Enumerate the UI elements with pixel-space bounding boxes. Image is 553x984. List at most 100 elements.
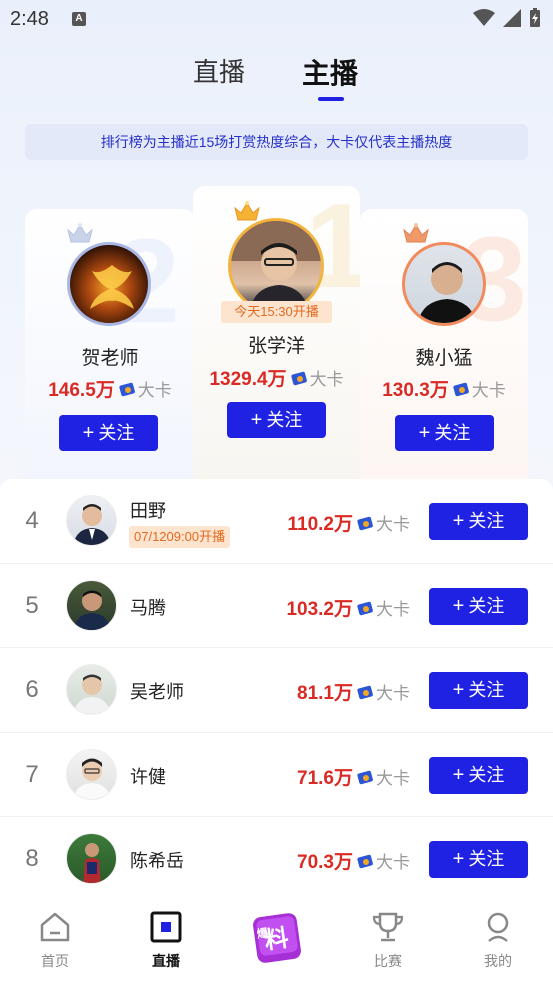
live-time-badge: 07/1209:00开播 [129, 526, 231, 548]
tab-host[interactable]: 主播 [302, 52, 358, 92]
home-icon [40, 912, 70, 942]
follow-label: 关注 [468, 849, 505, 869]
rank-number: 8 [25, 845, 39, 872]
top-tabs: 直播 主播 [0, 52, 553, 102]
avatar[interactable] [66, 664, 117, 715]
score-unit: 大卡 [376, 515, 410, 534]
gold-crown-icon [234, 201, 260, 221]
avatar[interactable] [228, 218, 324, 314]
host-name: 吴老师 [130, 682, 184, 702]
battery-icon [530, 8, 540, 27]
host-score: 71.6万 大卡 [297, 763, 410, 790]
score-unit: 大卡 [471, 381, 506, 400]
follow-label: 关注 [468, 680, 505, 700]
score-value: 146.5万 [48, 380, 115, 401]
live-icon [150, 911, 182, 943]
tab-active-indicator [318, 97, 344, 101]
host-name: 陈希岳 [130, 851, 184, 871]
nav-baoliao[interactable]: 料 爆 [237, 905, 317, 971]
table-row[interactable]: 6 吴老师 81.1万 大卡 + 关注 [0, 648, 553, 733]
score-unit: 大卡 [376, 768, 410, 788]
nav-label: 直播 [152, 953, 180, 969]
signal-icon [503, 9, 521, 27]
silver-crown-icon [67, 223, 93, 243]
score-value: 71.6万 [297, 767, 353, 789]
host-photo [83, 843, 101, 883]
host-name: 田野 [130, 501, 166, 521]
card-icon [357, 601, 373, 615]
status-time: 2:48 [10, 8, 49, 30]
card-icon [357, 770, 373, 784]
trophy-icon [372, 912, 404, 942]
host-name: 许健 [130, 766, 166, 787]
follow-button[interactable]: + 关注 [429, 756, 528, 794]
host-photo [73, 758, 111, 799]
host-score: 146.5万 大卡 [25, 375, 195, 402]
tab-live[interactable]: 直播 [193, 52, 245, 89]
score-unit: 大卡 [137, 381, 172, 400]
bronze-crown-icon [403, 223, 429, 243]
follow-button[interactable]: + 关注 [429, 587, 528, 625]
notification-icon: A [72, 12, 86, 26]
rank-number: 7 [25, 760, 39, 788]
score-value: 103.2万 [286, 598, 353, 620]
table-row[interactable]: 4 田野 07/1209:00开播 110.2万 大卡 + 关注 [0, 479, 553, 564]
card-icon [357, 685, 373, 700]
podium-second: 2 贺老师 146.5万大卡 +关注 [25, 209, 195, 479]
score-value: 110.2万 [287, 514, 354, 535]
host-photo [73, 590, 111, 630]
follow-label: 关注 [468, 595, 505, 616]
table-row[interactable]: 7 许健 71.6万 大卡 + 关注 [0, 733, 553, 817]
follow-label: 关注 [434, 423, 471, 443]
status-bar: 2:48 A [0, 0, 553, 40]
host-name: 张学洋 [247, 336, 305, 357]
avatar[interactable] [66, 495, 117, 546]
follow-label: 关注 [468, 764, 505, 785]
ranking-list: 4 田野 07/1209:00开播 110.2万 大卡 + 关注 5 马腾 103.… [0, 479, 553, 899]
score-unit: 大卡 [376, 599, 410, 619]
avatar[interactable] [402, 242, 486, 326]
follow-button[interactable]: + 关注 [227, 402, 326, 438]
avatar[interactable] [66, 833, 117, 884]
nav-profile[interactable]: 我的 [458, 911, 538, 971]
follow-button[interactable]: + 关注 [395, 415, 494, 451]
table-row[interactable]: 8 陈希岳 70.3万 大卡 + 关注 [0, 817, 553, 899]
rank-number: 5 [25, 591, 39, 619]
follow-button[interactable]: + 关注 [429, 672, 528, 709]
ranking-notice: 排行榜为主播近15场打赏热度综合，大卡仅代表主播热度 [25, 124, 528, 160]
nav-match[interactable]: 比赛 [348, 911, 428, 971]
card-icon [357, 854, 373, 869]
follow-label: 关注 [266, 410, 303, 430]
host-score: 130.3万 大卡 [360, 375, 528, 402]
nav-live[interactable]: 直播 [126, 911, 206, 971]
score-value: 70.3万 [297, 852, 353, 873]
rank-number: 4 [25, 507, 39, 534]
follow-button[interactable]: + 关注 [59, 415, 158, 451]
score-unit: 大卡 [376, 684, 410, 703]
nav-label: 我的 [484, 953, 512, 969]
host-score: 81.1万 大卡 [297, 678, 410, 705]
score-value: 130.3万 [382, 380, 449, 401]
avatar[interactable] [66, 579, 117, 631]
host-name: 马腾 [130, 597, 166, 618]
wifi-icon [473, 9, 495, 26]
host-score: 110.2万 大卡 [288, 509, 411, 536]
nav-label: 比赛 [374, 953, 402, 969]
host-photo [73, 504, 111, 545]
podium-first: 1 今天15:30开播 张学洋 1329.4万 大卡 + 关注 [193, 186, 360, 479]
nav-home[interactable]: 首页 [15, 911, 95, 971]
podium-third: 3 魏小猛 130.3万 大卡 + 关注 [360, 209, 528, 479]
table-row[interactable]: 5 马腾 103.2万 大卡 + 关注 [0, 564, 553, 648]
live-time-badge: 今天15:30开播 [221, 301, 332, 323]
baoliao-icon: 料 爆 [253, 913, 301, 963]
rank-number: 6 [25, 676, 39, 703]
avatar[interactable] [66, 748, 117, 800]
score-unit: 大卡 [309, 370, 344, 389]
follow-button[interactable]: + 关注 [429, 841, 528, 878]
score-unit: 大卡 [376, 853, 410, 872]
host-photo [73, 674, 111, 714]
bottom-nav: 首页 直播 料 爆 比赛 我的 [0, 899, 553, 984]
profile-icon [487, 912, 509, 942]
avatar[interactable] [67, 242, 151, 326]
follow-button[interactable]: + 关注 [429, 503, 528, 540]
